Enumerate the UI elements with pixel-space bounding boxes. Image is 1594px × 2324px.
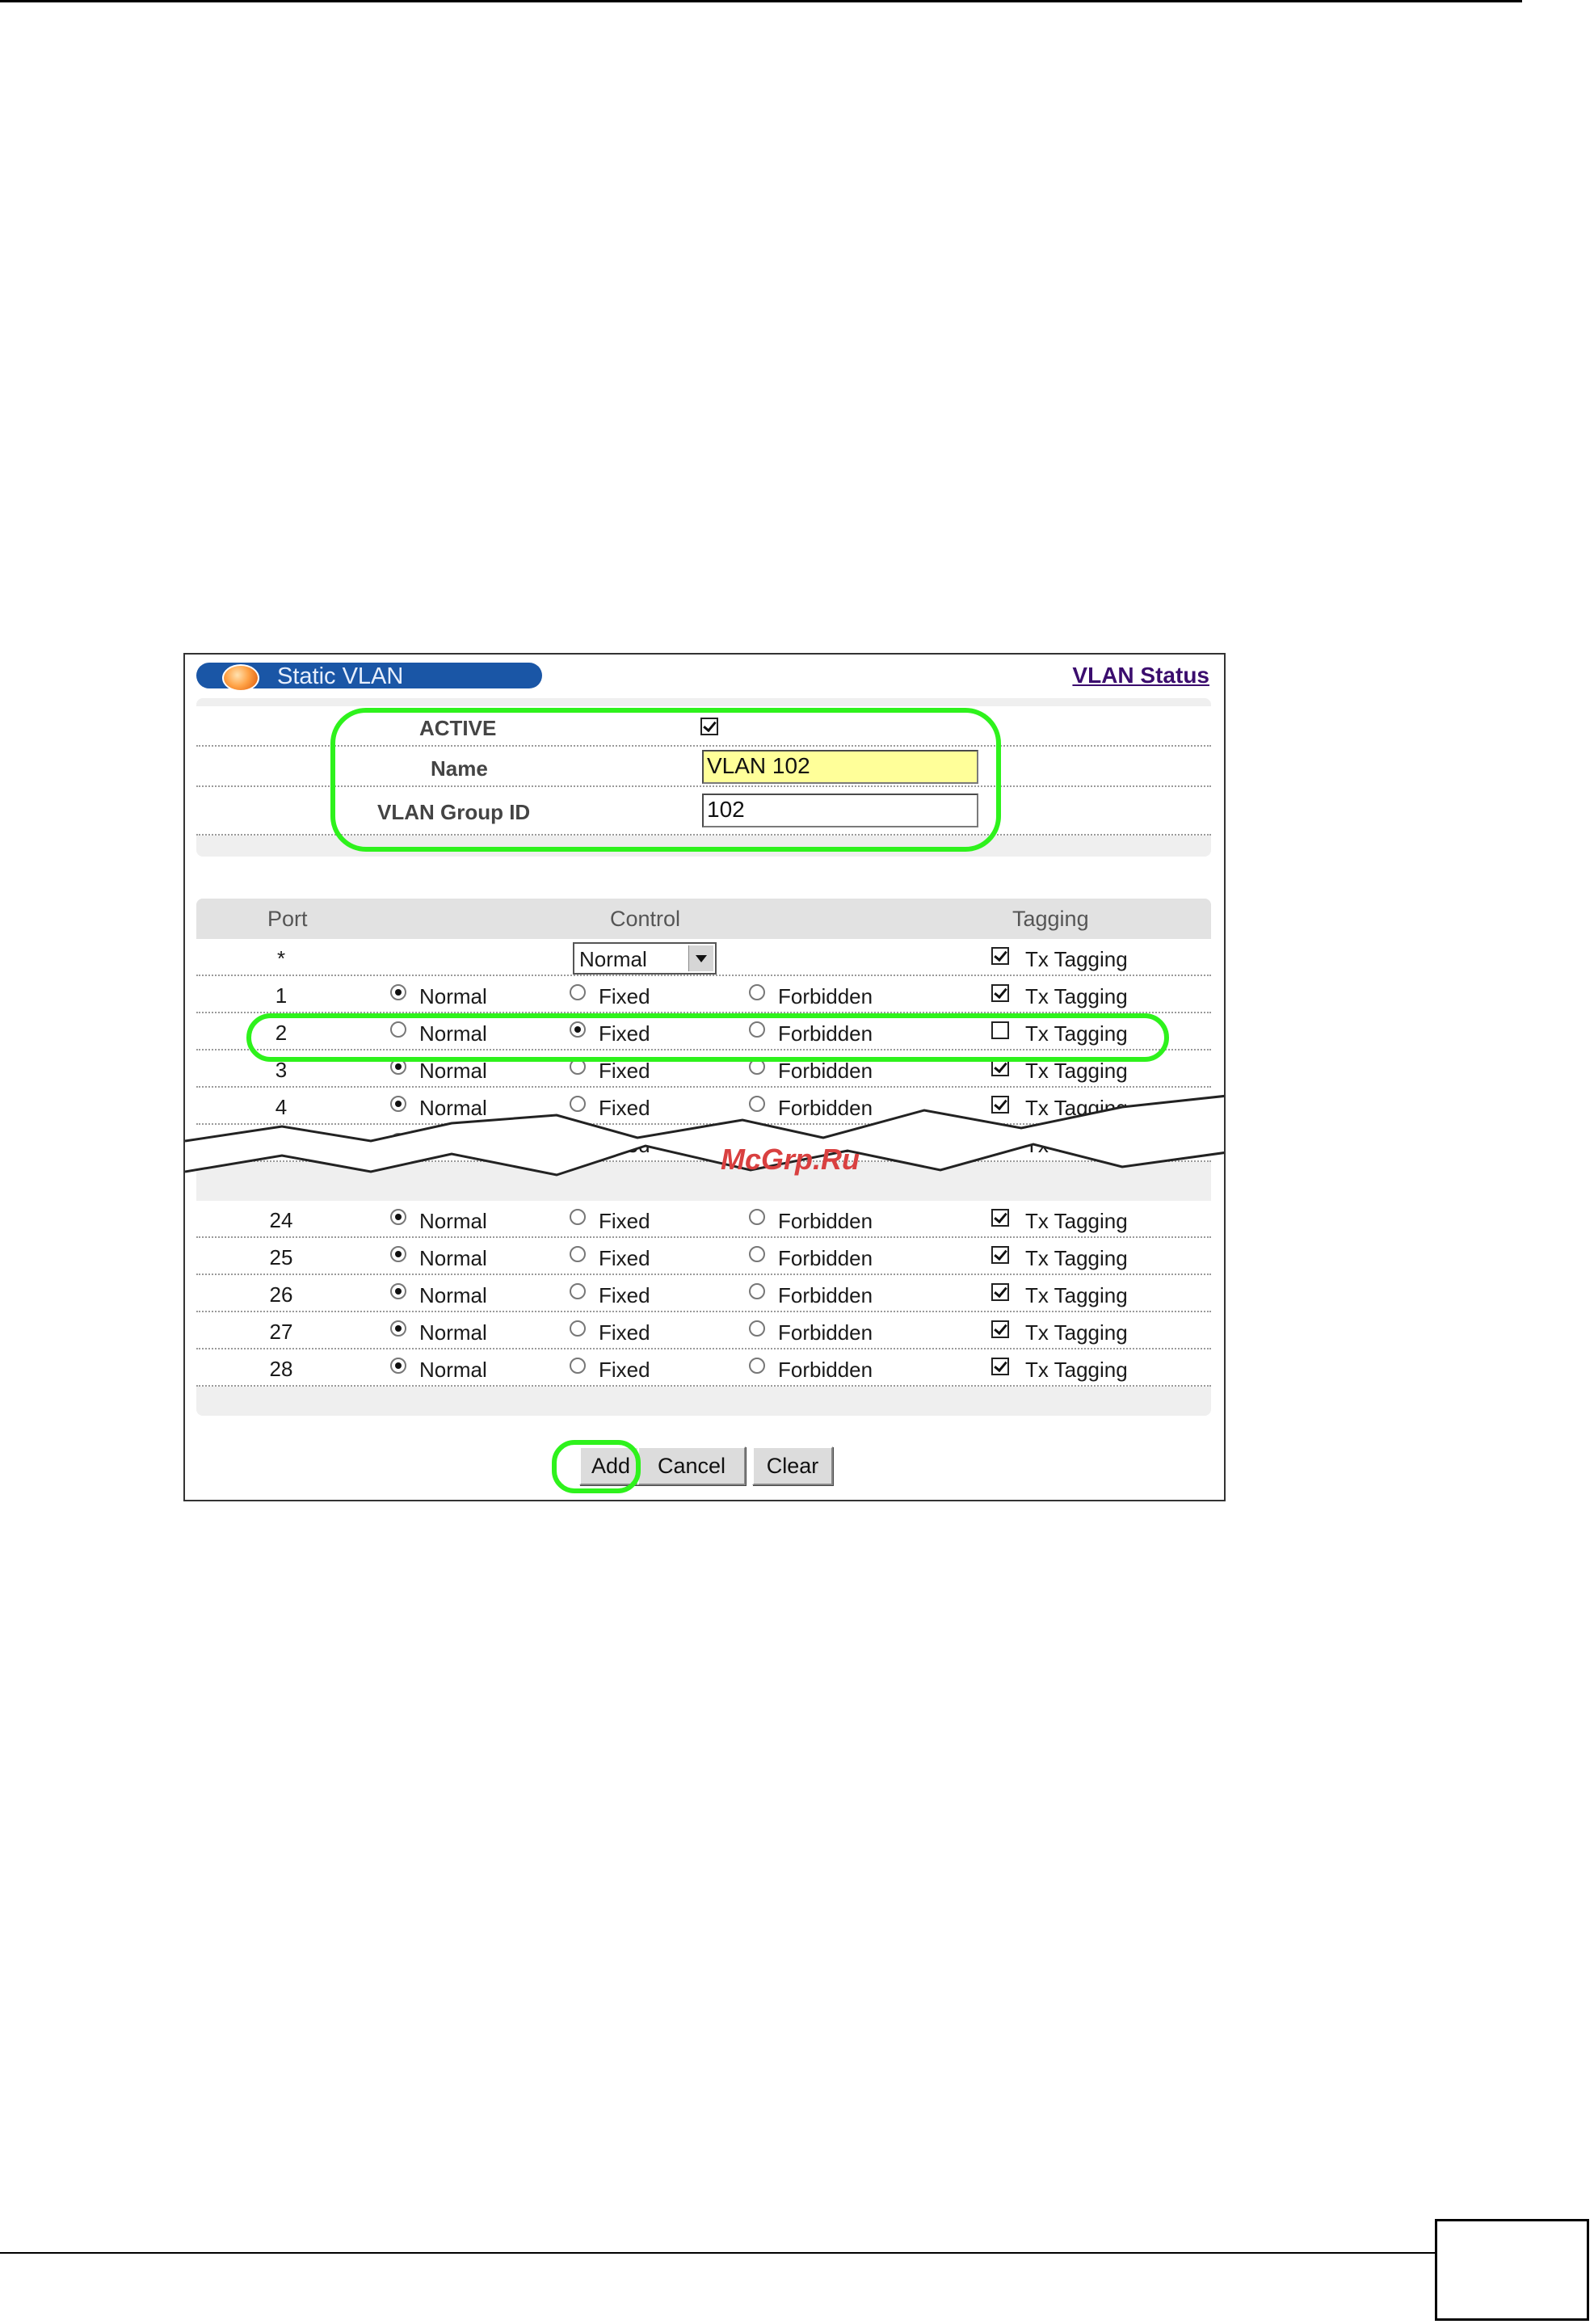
- tx-tagging-checkbox[interactable]: [991, 1320, 1009, 1338]
- tx-tagging-label: Tx Tagging: [1025, 984, 1128, 1008]
- tx-tagging-checkbox[interactable]: [991, 1283, 1009, 1301]
- radio-fixed-label: Fixed: [599, 1246, 650, 1270]
- page-bottom-rule: [0, 2252, 1435, 2254]
- page-top-rule: [0, 0, 1522, 2]
- radio-fixed[interactable]: [570, 1283, 586, 1299]
- tx-tagging-label: Tx Tagging: [1025, 947, 1128, 971]
- radio-forbidden-label: Forbidden: [778, 1283, 873, 1307]
- table-row: 1 Normal Fixed Forbidden Tx Tagging: [196, 976, 1211, 1013]
- panel-title: Static VLAN: [277, 663, 404, 689]
- radio-forbidden[interactable]: [749, 984, 765, 1000]
- table-row: 28 Normal Fixed Forbidden Tx Tagging: [196, 1349, 1211, 1387]
- radio-forbidden-label: Forbidden: [778, 1246, 873, 1270]
- radio-fixed[interactable]: [570, 984, 586, 1000]
- vlan-status-link[interactable]: VLAN Status: [1072, 663, 1209, 688]
- control-select[interactable]: Normal: [573, 942, 717, 975]
- radio-fixed-label: Fixed: [599, 1059, 650, 1083]
- radio-fixed[interactable]: [570, 1320, 586, 1337]
- port-number: 26: [269, 1282, 293, 1307]
- watermark: McGrp.Ru: [721, 1143, 860, 1176]
- radio-fixed-label: Fixed: [599, 984, 650, 1008]
- cancel-button[interactable]: Cancel: [637, 1446, 746, 1485]
- tx-tagging-checkbox[interactable]: [991, 984, 1009, 1002]
- table-row: 27 Normal Fixed Forbidden Tx Tagging: [196, 1312, 1211, 1349]
- radio-forbidden[interactable]: [749, 1358, 765, 1374]
- table-header: Port Control Tagging: [196, 899, 1211, 939]
- radio-normal[interactable]: [390, 1320, 406, 1337]
- port-number: 27: [269, 1320, 293, 1344]
- radio-fixed[interactable]: [570, 1358, 586, 1374]
- radio-normal[interactable]: [390, 1358, 406, 1374]
- radio-fixed[interactable]: [570, 1246, 586, 1262]
- orb-icon: [222, 664, 259, 692]
- radio-normal-label: Normal: [419, 1283, 487, 1307]
- port-number: 25: [269, 1245, 293, 1269]
- highlight-vlan-form: [330, 708, 1001, 852]
- radio-forbidden[interactable]: [749, 1320, 765, 1337]
- tx-tagging-checkbox[interactable]: [991, 947, 1009, 965]
- clear-button[interactable]: Clear: [752, 1446, 833, 1485]
- radio-normal-label: Normal: [419, 1320, 487, 1345]
- radio-normal-label: Normal: [419, 984, 487, 1008]
- radio-forbidden-label: Forbidden: [778, 1059, 873, 1083]
- tx-tagging-label: Tx Tagging: [1025, 1283, 1128, 1307]
- radio-forbidden[interactable]: [749, 1283, 765, 1299]
- radio-fixed-label: Fixed: [599, 1283, 650, 1307]
- radio-normal[interactable]: [390, 1246, 406, 1262]
- radio-normal-label: Normal: [419, 1059, 487, 1083]
- header-tagging: Tagging: [1012, 907, 1089, 931]
- header-port: Port: [267, 907, 308, 931]
- torn-edge: [185, 1094, 1224, 1177]
- port-number: *: [276, 946, 286, 970]
- tx-tagging-label: Tx Tagging: [1025, 1320, 1128, 1345]
- tx-tagging-label: Tx Tagging: [1025, 1246, 1128, 1270]
- tx-tagging-label: Tx Tagging: [1025, 1358, 1128, 1382]
- page-number-box: [1435, 2219, 1589, 2321]
- radio-normal-label: Normal: [419, 1358, 487, 1382]
- table-row: 26 Normal Fixed Forbidden Tx Tagging: [196, 1275, 1211, 1312]
- control-select-value: Normal: [579, 947, 647, 971]
- radio-normal[interactable]: [390, 1283, 406, 1299]
- highlight-port-2-row: [246, 1013, 1169, 1062]
- tx-tagging-checkbox[interactable]: [991, 1358, 1009, 1375]
- radio-normal[interactable]: [390, 984, 406, 1000]
- static-vlan-screenshot: Static VLAN VLAN Status ACTIVE Name VLAN…: [183, 653, 1226, 1501]
- title-bar: Static VLAN: [196, 663, 542, 692]
- table-row-all: * Normal Tx Tagging: [196, 939, 1211, 976]
- tx-tagging-checkbox[interactable]: [991, 1246, 1009, 1264]
- chevron-down-icon[interactable]: [688, 945, 713, 971]
- radio-forbidden-label: Forbidden: [778, 1320, 873, 1345]
- radio-forbidden[interactable]: [749, 1246, 765, 1262]
- port-number: 1: [275, 983, 288, 1008]
- radio-fixed-label: Fixed: [599, 1358, 650, 1382]
- radio-forbidden-label: Forbidden: [778, 984, 873, 1008]
- port-number: 28: [269, 1357, 293, 1381]
- tx-tagging-label: Tx Tagging: [1025, 1059, 1128, 1083]
- radio-fixed-label: Fixed: [599, 1320, 650, 1345]
- radio-forbidden-label: Forbidden: [778, 1358, 873, 1382]
- highlight-add-button: [552, 1440, 641, 1493]
- radio-normal-label: Normal: [419, 1246, 487, 1270]
- table-row: 25 Normal Fixed Forbidden Tx Tagging: [196, 1238, 1211, 1275]
- header-control: Control: [610, 907, 681, 931]
